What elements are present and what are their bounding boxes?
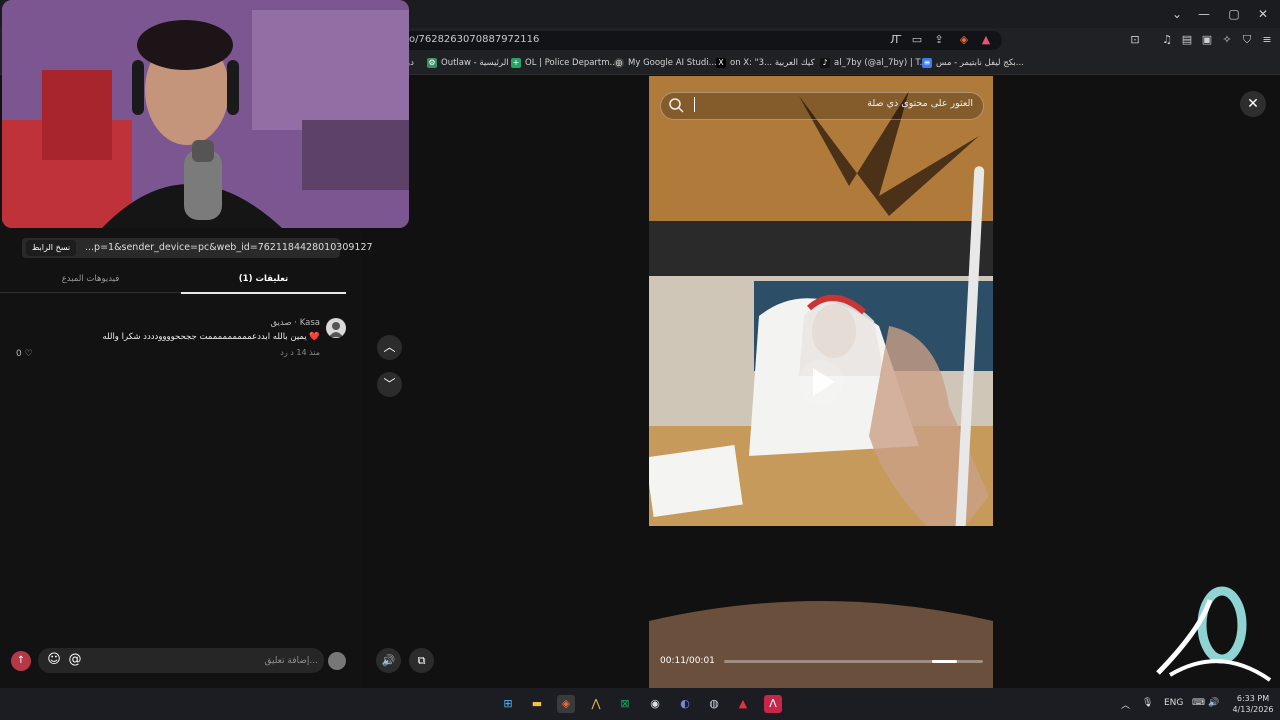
close-video-button[interactable]: ✕ — [1240, 91, 1266, 117]
red-app-icon[interactable]: ▲ — [734, 695, 752, 713]
clock[interactable]: 6:33 PM 4/13/2026 — [1230, 693, 1276, 715]
vpn-icon[interactable]: ⛉ — [1240, 33, 1254, 47]
streamer-image — [2, 0, 409, 228]
language-indicator[interactable]: ENG — [1164, 698, 1183, 708]
video-progress-fill — [932, 660, 958, 663]
comment-meta[interactable]: منذ 14 د رد — [0, 348, 320, 357]
bookmark-outlaw[interactable]: ⚙ Outlaw - الرئيسية — [427, 57, 509, 69]
sidebar-toggle-icon[interactable]: ⊡ — [1128, 33, 1142, 47]
previous-video-button[interactable]: ︿ — [377, 335, 402, 360]
file-explorer-icon[interactable]: ▬ — [528, 695, 546, 713]
bookmark-docs[interactable]: ≡ بكج ليفل نابتيمر - مس... — [922, 57, 1024, 69]
microphone-icon[interactable]: 🎙 — [1142, 698, 1153, 708]
user-silhouette-icon — [329, 322, 343, 337]
start-icon[interactable]: ⊞ — [499, 695, 517, 713]
comment-author[interactable]: صديق · Kasa — [0, 318, 320, 328]
bookmark-police-dept[interactable]: + OL | Police Departm... — [511, 57, 618, 69]
copy-link-button[interactable]: نسخ الرابط — [26, 240, 76, 256]
ai-studio-favicon-icon: ◎ — [614, 58, 624, 68]
video-frame — [649, 76, 993, 688]
my-avatar — [328, 652, 346, 670]
volume-icon[interactable]: 🔊 — [376, 648, 401, 673]
tiktok-favicon-icon: ♪ — [820, 58, 830, 68]
maximize-icon[interactable]: ▢ — [1226, 6, 1242, 22]
picture-in-picture-icon[interactable]: ⧉ — [409, 648, 434, 673]
video-timecode: 00:11/00:01 — [660, 656, 715, 666]
leo-ai-icon[interactable]: ✧ — [1220, 33, 1234, 47]
affinity-icon[interactable]: Λ — [764, 695, 782, 713]
speaker-icon[interactable]: 🔊 — [1208, 698, 1219, 708]
tab-creator-videos[interactable]: فيديوهات المبدع — [0, 270, 181, 293]
commenter-avatar[interactable] — [326, 318, 346, 338]
share-url: ...p=1&sender_device=pc&web_id=762118442… — [85, 242, 373, 253]
wallet-icon[interactable]: ▣ — [1200, 33, 1214, 47]
clock-date: 4/13/2026 — [1232, 705, 1274, 714]
search-icon[interactable] — [668, 97, 684, 113]
menu-icon[interactable]: ≡ — [1260, 33, 1274, 47]
related-search-text[interactable]: العثور على محتوى ذي صلة — [700, 98, 973, 109]
app-pen-icon[interactable]: ⋀ — [587, 695, 605, 713]
comment-input[interactable] — [86, 652, 318, 669]
tab-list-icon[interactable]: ⌄ — [1169, 6, 1185, 22]
brave-shields-icon[interactable]: ◈ — [957, 33, 971, 47]
video-player[interactable] — [649, 76, 993, 688]
text-cursor — [694, 97, 695, 112]
next-video-button[interactable]: ﹀ — [377, 372, 402, 397]
discord-icon[interactable]: ◐ — [676, 695, 694, 713]
url-text[interactable]: o/7628263070887972116 — [409, 34, 539, 45]
windows-taskbar — [0, 688, 1280, 720]
reader-mode-icon[interactable]: ▤ — [1180, 33, 1194, 47]
bookmark-ai-studio[interactable]: ◎ My Google AI Studi... — [614, 57, 717, 69]
x-favicon-icon: X — [716, 58, 726, 68]
excel-icon[interactable]: ⊠ — [616, 695, 634, 713]
media-icon[interactable]: ♫ — [1160, 33, 1174, 47]
network-icon[interactable]: ⌨ — [1192, 698, 1205, 708]
sheets-favicon-icon: + — [511, 58, 521, 68]
mention-icon[interactable]: @ — [66, 651, 84, 669]
share-icon[interactable]: ⇪ — [932, 33, 946, 47]
minimize-icon[interactable]: — — [1196, 6, 1212, 22]
obs-icon[interactable]: ◉ — [646, 695, 664, 713]
close-window-icon[interactable]: ✕ — [1255, 6, 1271, 22]
translate-icon[interactable]: Ꙥ — [889, 33, 903, 47]
send-comment-button[interactable]: ↑ — [11, 651, 31, 671]
bookmark-x-post[interactable]: Xon X: "3... كيك العربية — [716, 57, 815, 69]
tab-comments[interactable]: (1) تعليقات — [181, 270, 346, 294]
outlaw-favicon-icon: ⚙ — [427, 58, 437, 68]
brave-browser-icon[interactable]: ◈ — [557, 695, 575, 713]
cast-icon[interactable]: ▭ — [910, 33, 924, 47]
tray-chevron-icon[interactable]: ︿ — [1121, 698, 1130, 711]
comment-text: يمين بالله ابددعمممممممممت ججححوووودددد … — [102, 332, 320, 342]
emoji-icon[interactable]: ☺ — [45, 651, 63, 669]
clock-time: 6:33 PM — [1236, 694, 1270, 703]
comment-like-count[interactable]: 0 ♡ — [16, 349, 33, 359]
docs-favicon-icon: ≡ — [922, 58, 932, 68]
steam-icon[interactable]: ◍ — [705, 695, 723, 713]
webcam-overlay — [2, 0, 409, 228]
channel-logo — [1150, 585, 1275, 685]
brave-rewards-icon[interactable]: ▲ — [979, 33, 993, 47]
bookmark-tiktok[interactable]: ♪ al_7by (@al_7by) | T... — [820, 57, 928, 69]
